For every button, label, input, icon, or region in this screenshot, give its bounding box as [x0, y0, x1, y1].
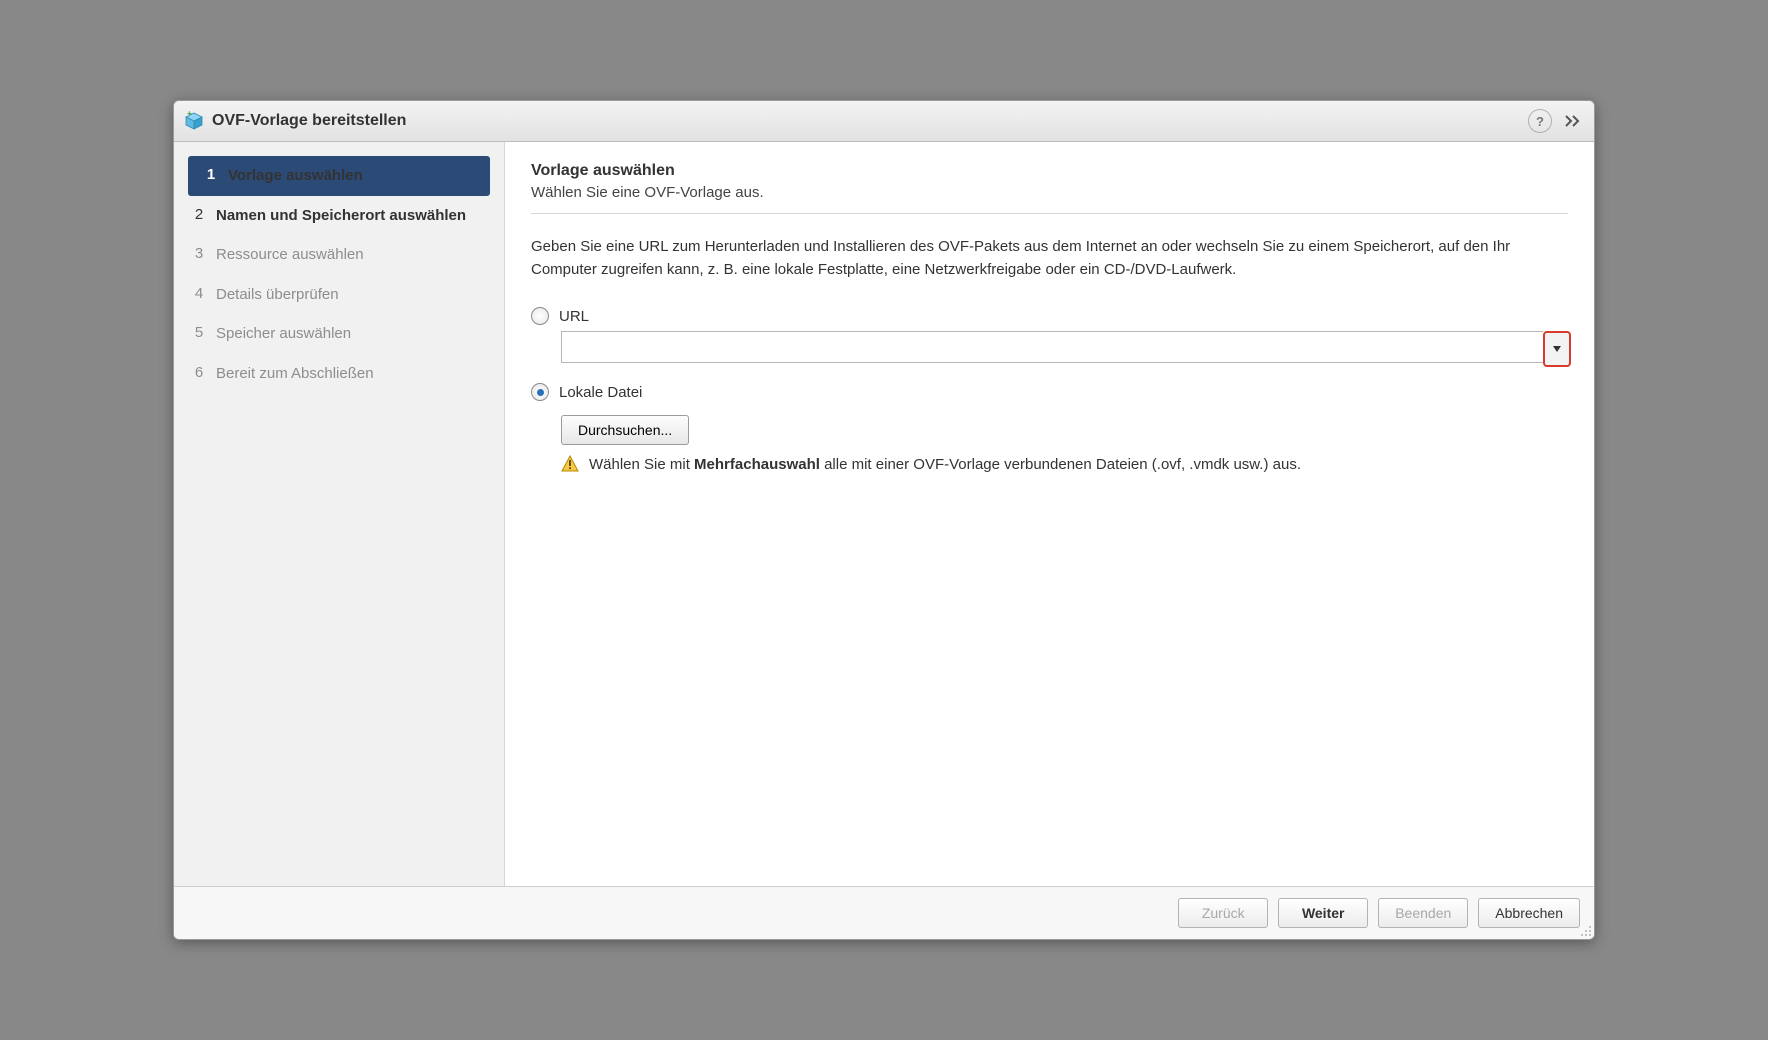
warning-icon: [561, 455, 579, 473]
wizard-sidebar: 1 Vorlage auswählen 2 Namen und Speicher…: [174, 142, 505, 886]
resize-grip-icon[interactable]: [1578, 923, 1592, 937]
step-select-resource: 3 Ressource auswählen: [174, 235, 504, 275]
titlebar: + OVF-Vorlage bereitstellen ?: [174, 101, 1594, 142]
step-ready-complete: 6 Bereit zum Abschließen: [174, 354, 504, 394]
hint-pre: Wählen Sie mit: [589, 456, 694, 473]
svg-text:+: +: [187, 111, 192, 118]
step-review-details: 4 Details überprüfen: [174, 275, 504, 315]
back-button: Zurück: [1178, 898, 1268, 928]
url-field: [561, 331, 1571, 367]
expand-icon[interactable]: [1562, 110, 1584, 132]
url-dropdown-button[interactable]: [1543, 331, 1571, 367]
page-subtitle: Wählen Sie eine OVF-Vorlage aus.: [531, 184, 1568, 201]
page-heading: Vorlage auswählen: [531, 162, 1568, 180]
browse-button[interactable]: Durchsuchen...: [561, 415, 689, 445]
url-input[interactable]: [561, 331, 1543, 363]
option-url-row: URL: [531, 307, 1568, 325]
dialog-body: 1 Vorlage auswählen 2 Namen und Speicher…: [174, 142, 1594, 886]
option-local-row: Lokale Datei: [531, 383, 1568, 401]
step-select-name-location[interactable]: 2 Namen und Speicherort auswählen: [174, 196, 504, 236]
radio-local-file-label[interactable]: Lokale Datei: [559, 384, 642, 401]
next-button[interactable]: Weiter: [1278, 898, 1368, 928]
hint-bold: Mehrfachauswahl: [694, 456, 820, 473]
page-description: Geben Sie eine URL zum Herunterladen und…: [531, 236, 1568, 281]
step-select-template[interactable]: 1 Vorlage auswählen: [188, 156, 490, 196]
finish-button: Beenden: [1378, 898, 1468, 928]
wizard-main: Vorlage auswählen Wählen Sie eine OVF-Vo…: [505, 142, 1594, 886]
radio-local-file[interactable]: [531, 383, 549, 401]
window-title: OVF-Vorlage bereitstellen: [212, 112, 406, 130]
cancel-button[interactable]: Abbrechen: [1478, 898, 1580, 928]
step-select-storage: 5 Speicher auswählen: [174, 314, 504, 354]
radio-url[interactable]: [531, 307, 549, 325]
hint-post: alle mit einer OVF-Vorlage verbundenen D…: [820, 456, 1301, 473]
help-icon[interactable]: ?: [1528, 109, 1552, 133]
ovf-deploy-dialog: + OVF-Vorlage bereitstellen ? 1 Vorlage …: [173, 100, 1595, 940]
radio-url-label[interactable]: URL: [559, 308, 589, 325]
ovf-package-icon: +: [184, 111, 204, 131]
multiselect-hint: Wählen Sie mit Mehrfachauswahl alle mit …: [561, 455, 1568, 473]
dialog-footer: Zurück Weiter Beenden Abbrechen: [174, 886, 1594, 939]
divider: [531, 213, 1568, 214]
